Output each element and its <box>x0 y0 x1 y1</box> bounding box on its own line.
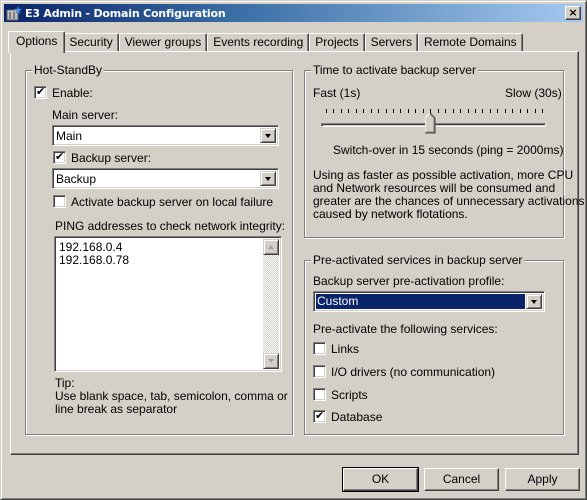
tab-viewer-groups[interactable]: Viewer groups <box>118 33 208 52</box>
activate-on-failure-checkbox[interactable] <box>53 195 66 208</box>
tab-remote-domains[interactable]: Remote Domains <box>417 33 523 52</box>
services-label: Pre-activate the following services: <box>313 322 498 336</box>
profile-value: Custom <box>315 293 526 310</box>
slider-tick <box>393 109 394 113</box>
check-icon: ✔ <box>36 85 46 98</box>
ping-addresses-label: PING addresses to check network integrit… <box>55 219 286 233</box>
backup-server-label: Backup server: <box>71 151 152 165</box>
ping-address: 192.168.0.78 <box>59 253 130 267</box>
ok-button[interactable]: OK <box>342 467 419 492</box>
vertical-scrollbar[interactable] <box>263 239 279 369</box>
io-drivers-checkbox[interactable] <box>313 365 326 378</box>
slider-tick <box>527 109 528 113</box>
slider-tick <box>505 109 506 113</box>
slider-tick <box>497 109 498 113</box>
slider-tick <box>445 109 446 113</box>
hot-standby-legend: Hot-StandBy <box>32 63 105 77</box>
tip-line-1: Use blank space, tab, semicolon, comma o… <box>55 389 288 403</box>
main-server-value: Main <box>56 129 83 143</box>
enable-label: Enable: <box>52 86 93 100</box>
slider-tick <box>341 109 342 113</box>
slider-tick <box>386 109 387 113</box>
preactivated-legend: Pre-activated services in backup server <box>311 253 525 267</box>
slider-tick <box>326 109 327 113</box>
links-checkbox[interactable] <box>313 342 326 355</box>
slider-tick <box>453 109 454 113</box>
slider-thumb[interactable] <box>424 112 436 134</box>
arrow-down-icon <box>268 359 274 363</box>
chevron-down-icon <box>265 177 271 181</box>
enable-checkbox[interactable]: ✔ <box>34 85 47 99</box>
slider-tick <box>400 109 401 113</box>
slider-tick <box>520 109 521 113</box>
tab-events-recording[interactable]: Events recording <box>207 33 310 52</box>
tab-strip: Options Security Viewer groups Events re… <box>8 31 523 53</box>
io-drivers-label: I/O drivers (no communication) <box>331 365 496 379</box>
ping-addresses-textarea[interactable]: 192.168.0.4 192.168.0.78 <box>54 236 282 372</box>
main-server-dropdown-button[interactable] <box>260 128 276 143</box>
scroll-down-button[interactable] <box>263 353 279 369</box>
database-checkbox[interactable]: ✔ <box>313 409 326 423</box>
backup-server-value: Backup <box>56 172 97 186</box>
tip-line-2: line break as separator <box>55 402 178 416</box>
slider-tick <box>512 109 513 113</box>
slider-tick <box>415 109 416 113</box>
switch-over-status: Switch-over in 15 seconds (ping = 2000ms… <box>333 143 564 157</box>
slider-tick <box>490 109 491 113</box>
main-server-label: Main server: <box>52 108 119 122</box>
scripts-checkbox[interactable] <box>313 388 326 401</box>
slider-tick <box>378 109 379 113</box>
backup-server-checkbox[interactable]: ✔ <box>53 150 66 164</box>
profile-dropdown-button[interactable] <box>526 294 542 309</box>
dialog-window: E3 Admin - Domain Configuration × Option… <box>0 0 587 500</box>
window-title: E3 Admin - Domain Configuration <box>25 6 226 20</box>
apply-button[interactable]: Apply <box>505 468 580 491</box>
slider-tick <box>363 109 364 113</box>
tip-title: Tip: <box>55 376 75 390</box>
close-button[interactable]: × <box>565 6 581 20</box>
slider-tick <box>356 109 357 113</box>
slider-tick <box>333 109 334 113</box>
slider-tick <box>423 109 424 113</box>
slider-tick <box>438 109 439 113</box>
activation-note-line: caused by network flotations. <box>313 207 468 221</box>
profile-label: Backup server pre-activation profile: <box>313 274 505 288</box>
check-icon: ✔ <box>55 150 65 163</box>
ping-address: 192.168.0.4 <box>59 240 123 254</box>
slider-tick <box>475 109 476 113</box>
profile-select[interactable]: Custom <box>313 291 545 312</box>
slider-tick <box>482 109 483 113</box>
slider-tick <box>542 109 543 113</box>
activation-time-legend: Time to activate backup server <box>311 63 478 77</box>
chevron-down-icon <box>531 300 537 304</box>
app-icon <box>6 5 22 21</box>
links-label: Links <box>331 342 360 356</box>
close-icon: × <box>568 6 578 19</box>
fast-label: Fast (1s) <box>313 86 361 100</box>
activate-on-failure-label: Activate backup server on local failure <box>71 195 274 209</box>
slider-tick <box>408 109 409 113</box>
slider-tick <box>535 109 536 113</box>
arrow-up-icon <box>268 245 274 249</box>
tab-security[interactable]: Security <box>63 33 119 52</box>
scripts-label: Scripts <box>331 388 368 402</box>
check-icon: ✔ <box>315 409 325 422</box>
title-bar[interactable]: E3 Admin - Domain Configuration × <box>4 4 583 22</box>
slow-label: Slow (30s) <box>505 86 562 100</box>
backup-server-dropdown-button[interactable] <box>260 171 276 186</box>
main-server-select[interactable]: Main <box>52 125 279 146</box>
scroll-up-button[interactable] <box>263 239 279 255</box>
slider-tick <box>460 109 461 113</box>
tab-projects[interactable]: Projects <box>309 33 365 52</box>
chevron-down-icon <box>265 134 271 138</box>
slider-tick <box>468 109 469 113</box>
tab-options[interactable]: Options <box>8 31 66 53</box>
slider-tick <box>348 109 349 113</box>
cancel-button[interactable]: Cancel <box>424 468 499 491</box>
backup-server-select[interactable]: Backup <box>52 168 279 189</box>
database-label: Database <box>331 410 383 424</box>
tab-servers[interactable]: Servers <box>364 33 418 52</box>
slider-tick <box>371 109 372 113</box>
